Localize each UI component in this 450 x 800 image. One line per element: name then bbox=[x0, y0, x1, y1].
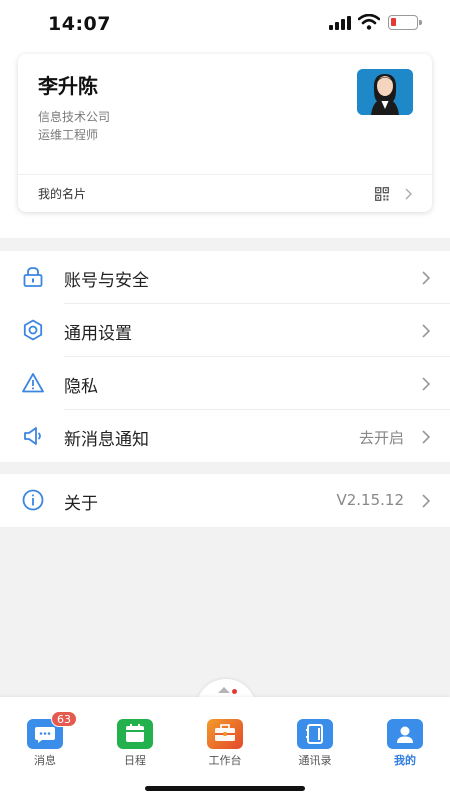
lock-icon bbox=[23, 267, 43, 287]
settings-item-label: 账号与安全 bbox=[64, 271, 149, 291]
warning-icon bbox=[22, 373, 44, 393]
tab-label: 消息 bbox=[34, 754, 56, 767]
info-icon bbox=[22, 489, 44, 511]
settings-item-notifications[interactable]: 新消息通知 去开启 bbox=[0, 410, 450, 463]
settings-item-about[interactable]: 关于 V2.15.12 bbox=[0, 474, 450, 527]
tab-schedule[interactable]: 日程 bbox=[105, 719, 165, 771]
calendar-icon bbox=[117, 719, 153, 749]
chevron-right-icon bbox=[405, 188, 412, 200]
chevron-right-icon bbox=[422, 271, 431, 285]
tab-label: 通讯录 bbox=[298, 754, 332, 767]
about-label: 关于 bbox=[64, 494, 98, 514]
gear-icon bbox=[23, 319, 43, 341]
workbench-icon bbox=[207, 719, 243, 749]
chevron-up-icon[interactable] bbox=[217, 686, 231, 694]
my-business-card-row[interactable]: 我的名片 bbox=[18, 175, 432, 212]
tab-me[interactable]: 我的 bbox=[375, 719, 435, 771]
settings-item-label: 隐私 bbox=[64, 377, 98, 397]
chevron-right-icon bbox=[422, 377, 431, 391]
unread-badge: 63 bbox=[51, 711, 77, 727]
profile-icon bbox=[387, 719, 423, 749]
settings-item-privacy[interactable]: 隐私 bbox=[0, 357, 450, 410]
chevron-right-icon bbox=[422, 324, 431, 338]
tab-label: 日程 bbox=[124, 754, 146, 767]
settings-item-account-security[interactable]: 账号与安全 bbox=[0, 251, 450, 304]
tab-label: 我的 bbox=[394, 754, 416, 767]
qr-code-icon bbox=[375, 187, 389, 201]
speaker-icon bbox=[24, 427, 41, 445]
settings-item-label: 通用设置 bbox=[64, 324, 132, 344]
profile-card[interactable]: 李升陈 信息技术公司 运维工程师 我的名片 bbox=[18, 54, 432, 212]
settings-list: 账号与安全 通用设置 隐私 新消息通知 去开启 bbox=[0, 251, 450, 462]
chevron-right-icon bbox=[422, 430, 431, 444]
notification-status: 去开启 bbox=[358, 429, 404, 447]
profile-job-title: 运维工程师 bbox=[38, 128, 99, 142]
settings-item-label: 新消息通知 bbox=[64, 430, 149, 450]
app-version: V2.15.12 bbox=[336, 491, 404, 509]
status-bar: 14:07 bbox=[0, 0, 450, 48]
wifi-icon bbox=[358, 14, 380, 30]
tab-label: 工作台 bbox=[208, 754, 242, 767]
my-business-card-label: 我的名片 bbox=[38, 187, 87, 201]
battery-low-icon bbox=[388, 15, 422, 30]
home-indicator[interactable] bbox=[145, 786, 305, 791]
settings-item-general[interactable]: 通用设置 bbox=[0, 304, 450, 357]
tab-workbench[interactable]: 工作台 bbox=[195, 719, 255, 771]
about-row[interactable]: 关于 V2.15.12 bbox=[0, 474, 450, 527]
profile-company: 信息技术公司 bbox=[38, 110, 111, 124]
signal-icon bbox=[329, 16, 351, 30]
profile-name: 李升陈 bbox=[38, 74, 98, 98]
contacts-icon bbox=[297, 719, 333, 749]
notification-dot bbox=[232, 689, 237, 694]
chevron-right-icon bbox=[422, 494, 431, 508]
status-time: 14:07 bbox=[48, 13, 111, 35]
avatar[interactable] bbox=[357, 69, 413, 115]
tab-contacts[interactable]: 通讯录 bbox=[285, 719, 345, 771]
